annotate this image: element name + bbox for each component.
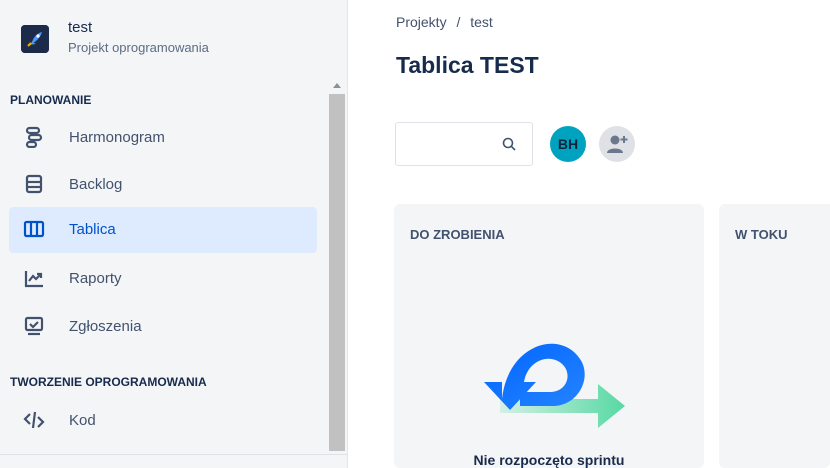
sidebar-item-label: Zgłoszenia <box>69 318 142 335</box>
backlog-icon <box>23 173 45 195</box>
project-header[interactable]: test Projekt oprogramowania <box>0 0 348 78</box>
sidebar-item-raporty[interactable]: Raporty <box>9 256 317 302</box>
code-icon <box>23 409 45 431</box>
board-icon <box>23 218 45 240</box>
sidebar-item-kod[interactable]: Kod <box>9 398 317 444</box>
divider <box>0 454 348 455</box>
search-input[interactable] <box>395 122 533 166</box>
search-icon <box>502 137 516 151</box>
project-avatar-rocket-icon <box>21 25 49 53</box>
add-person-button[interactable] <box>599 126 635 162</box>
breadcrumb-current-link[interactable]: test <box>470 14 493 30</box>
sidebar: test Projekt oprogramowania PLANOWANIE H… <box>0 0 348 468</box>
breadcrumb: Projekty / test <box>396 14 493 30</box>
sidebar-item-label: Raporty <box>69 270 122 287</box>
roadmap-icon <box>23 126 45 149</box>
sidebar-scrollbar[interactable] <box>328 78 346 453</box>
empty-state-title: Nie rozpoczęto sprintu <box>473 452 625 468</box>
page-title: Tablica TEST <box>396 52 539 78</box>
breadcrumb-separator: / <box>456 14 461 30</box>
sidebar-item-zgloszenia[interactable]: Zgłoszenia <box>9 304 317 350</box>
sidebar-item-tablica[interactable]: Tablica <box>9 207 317 253</box>
column-in-progress: W TOKU <box>719 204 830 468</box>
sidebar-item-backlog[interactable]: Backlog <box>9 162 317 208</box>
sidebar-item-label: Tablica <box>69 221 116 238</box>
column-title: W TOKU <box>735 227 788 242</box>
scroll-up-arrow-icon[interactable] <box>333 83 341 88</box>
add-person-icon <box>599 126 635 162</box>
avatar[interactable]: BH <box>550 126 586 162</box>
sidebar-nav: PLANOWANIE Harmonogram Backlog Tablica R… <box>0 78 328 453</box>
breadcrumb-projects-link[interactable]: Projekty <box>396 14 447 30</box>
section-title-planning: PLANOWANIE <box>10 93 92 107</box>
issues-icon <box>23 315 45 337</box>
sidebar-item-harmonogram[interactable]: Harmonogram <box>9 115 317 161</box>
project-name: test <box>68 19 93 36</box>
sprint-illustration-icon <box>480 314 630 434</box>
section-title-dev: TWORZENIE OPROGRAMOWANIA <box>10 375 207 389</box>
sidebar-item-label: Backlog <box>69 176 123 193</box>
sidebar-item-label: Harmonogram <box>69 129 165 146</box>
sidebar-item-label: Kod <box>69 412 96 429</box>
reports-icon <box>23 267 45 289</box>
column-todo: DO ZROBIENIA Nie rozpoczęto sprintu <box>394 204 704 468</box>
column-title: DO ZROBIENIA <box>410 227 505 242</box>
project-type: Projekt oprogramowania <box>68 40 209 55</box>
scroll-thumb[interactable] <box>329 94 345 451</box>
